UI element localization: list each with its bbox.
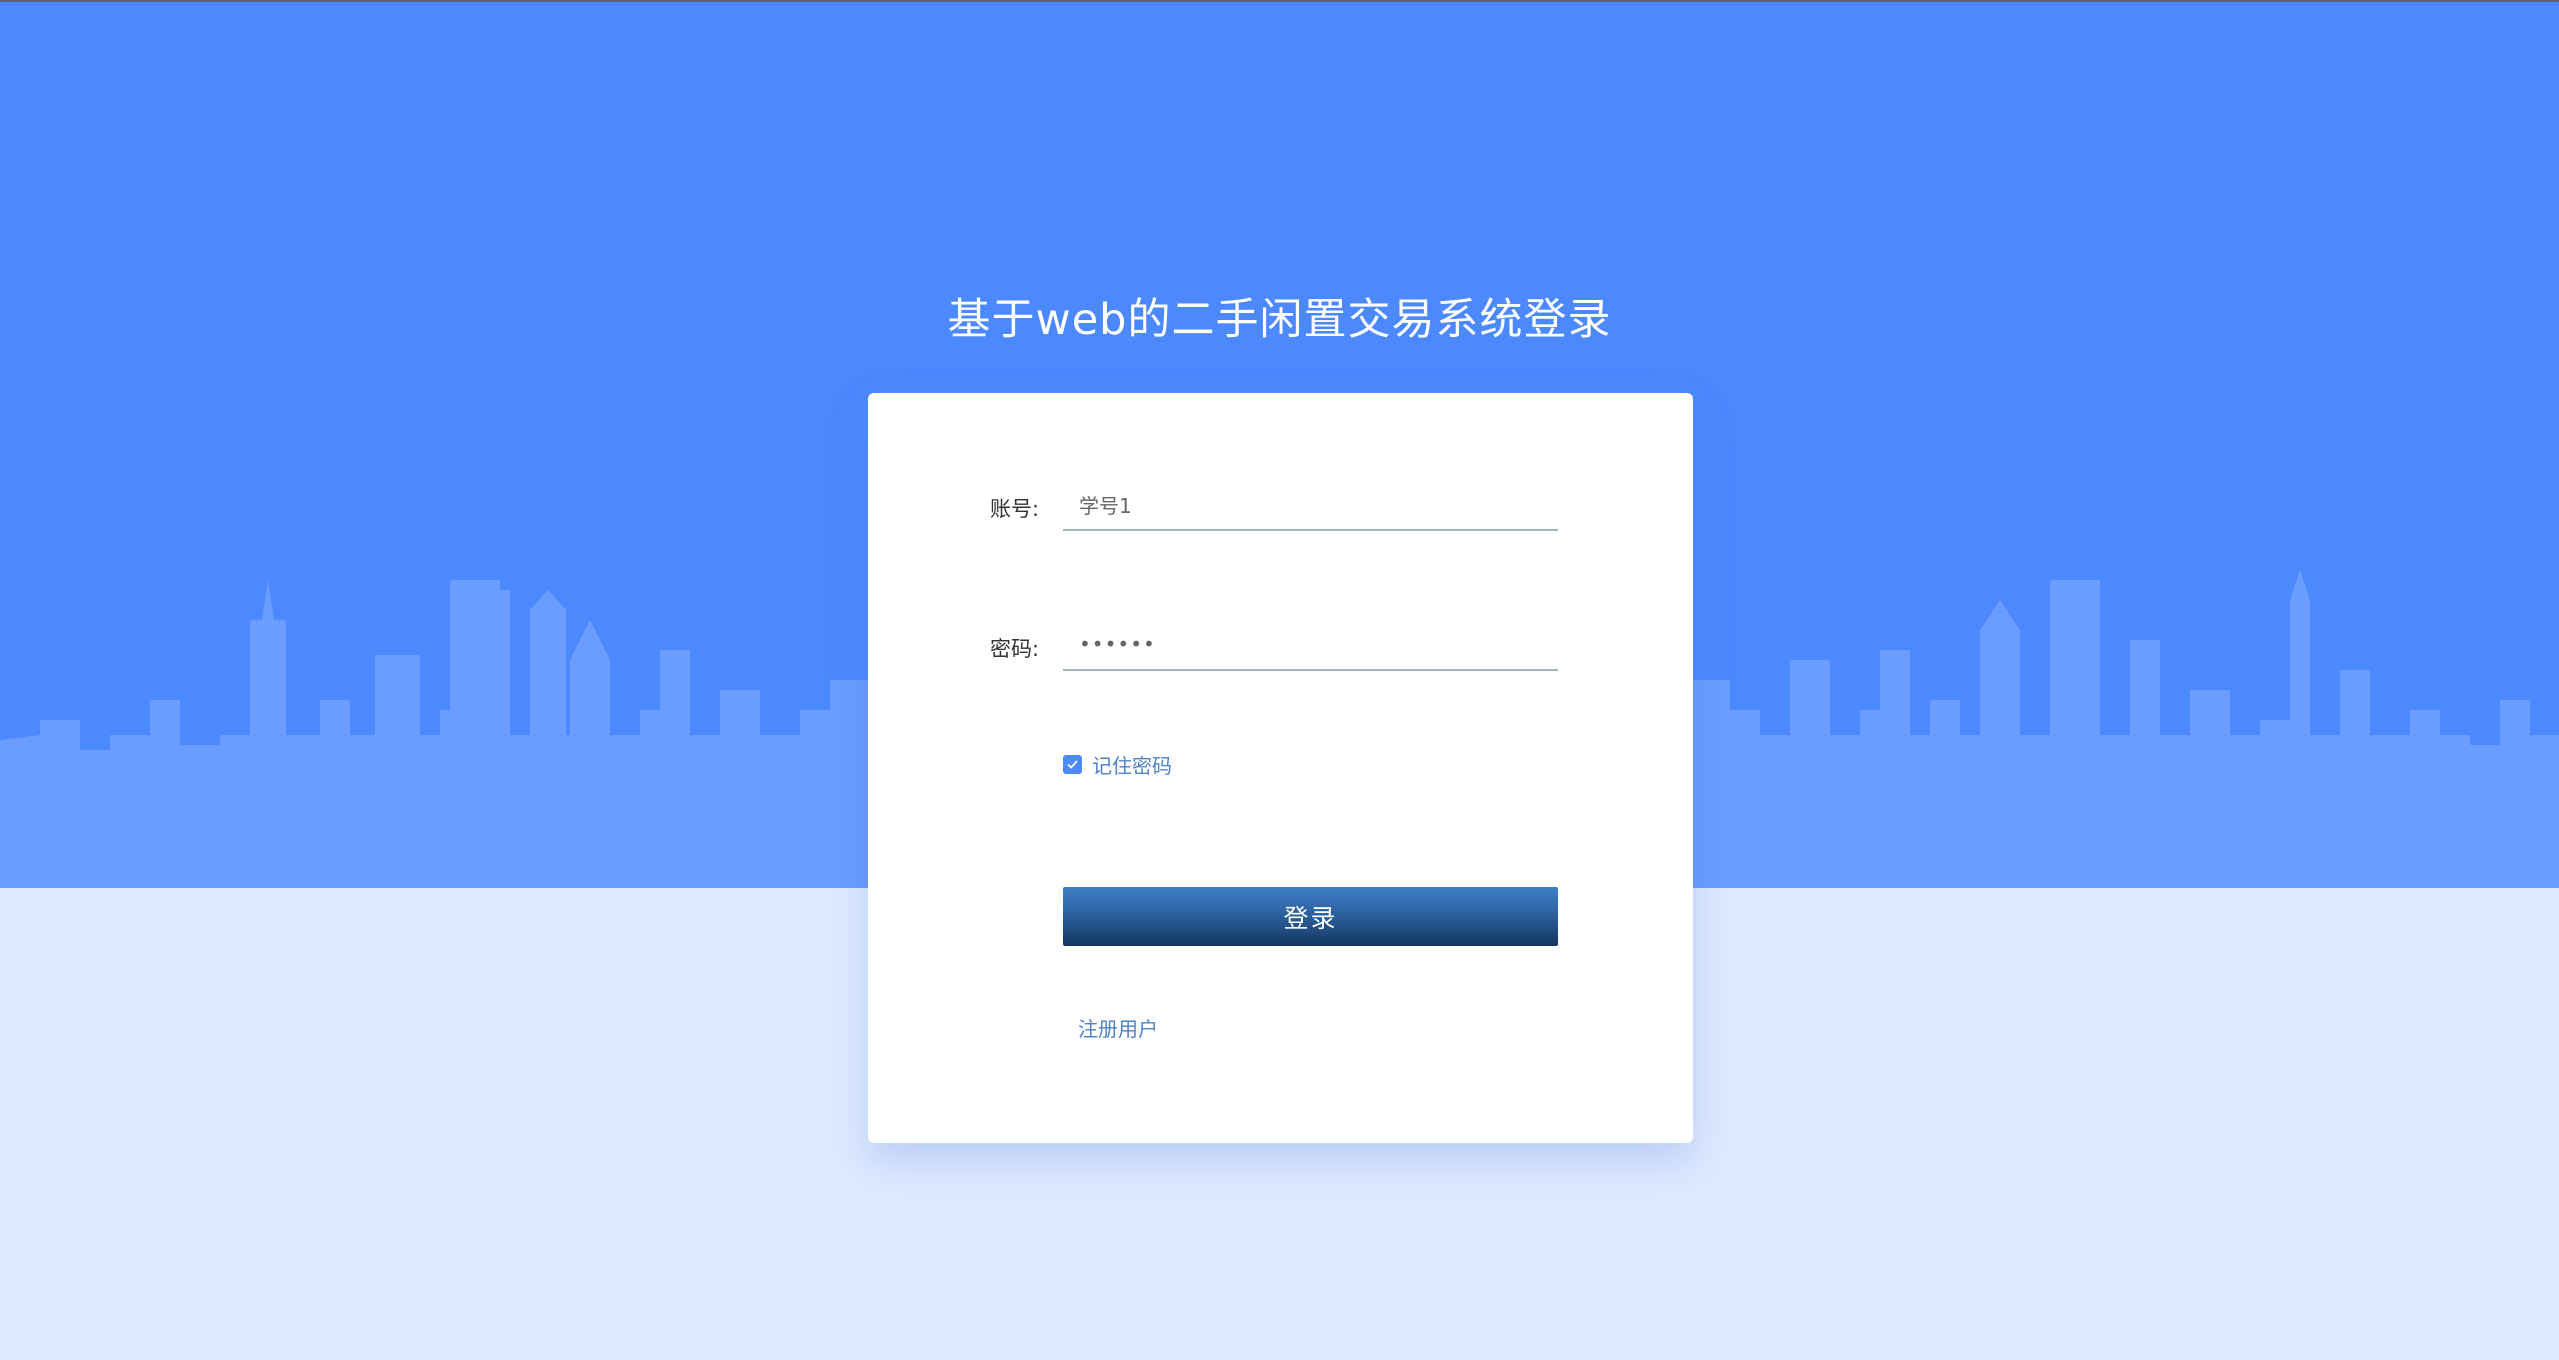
checkbox-checked-icon[interactable]: [1063, 755, 1082, 774]
page-title: 基于web的二手闲置交易系统登录: [947, 295, 1612, 345]
remember-password-label[interactable]: 记住密码: [1092, 750, 1172, 779]
register-link[interactable]: 注册用户: [1078, 1013, 1158, 1042]
remember-password-toggle[interactable]: 记住密码: [1063, 750, 1172, 779]
login-card: 账号: 密码: 记住密码 登录 注册用户: [868, 393, 1693, 1143]
login-button[interactable]: 登录: [1063, 887, 1558, 946]
password-input[interactable]: [1063, 619, 1558, 671]
login-page: 基于web的二手闲置交易系统登录 账号: 密码: 记住密码 登录 注册用户: [0, 0, 2559, 1360]
account-input[interactable]: [1063, 479, 1558, 531]
top-border: [0, 0, 2559, 2]
